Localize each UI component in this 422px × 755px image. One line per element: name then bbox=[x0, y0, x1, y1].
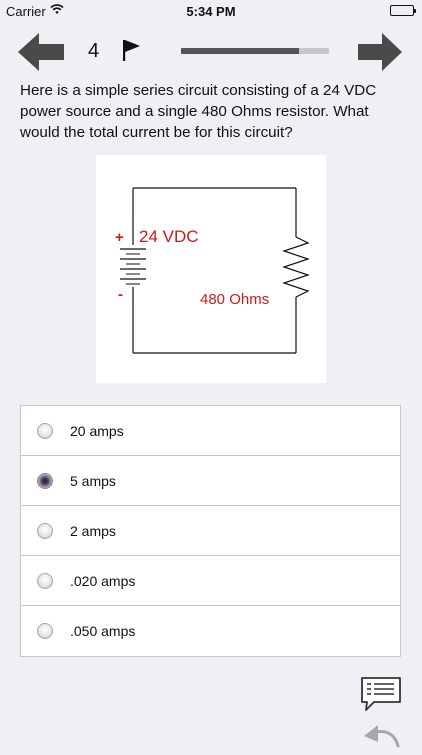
undo-icon[interactable] bbox=[362, 722, 402, 755]
radio-button[interactable] bbox=[37, 573, 53, 589]
answer-label: .050 amps bbox=[70, 623, 136, 639]
battery-plus-sign: + bbox=[115, 229, 124, 246]
answer-label: 5 amps bbox=[70, 473, 116, 489]
resistor-label: 480 Ohms bbox=[200, 291, 270, 308]
status-bar: Carrier 5:34 PM bbox=[0, 0, 422, 22]
battery-icon bbox=[390, 5, 416, 16]
radio-button[interactable] bbox=[37, 423, 53, 439]
answer-option[interactable]: .050 amps bbox=[21, 606, 400, 656]
progress-bar bbox=[181, 48, 329, 54]
question-nav: 4 bbox=[0, 30, 422, 74]
answer-option[interactable]: .020 amps bbox=[21, 556, 400, 606]
progress-fill bbox=[181, 48, 300, 54]
answer-option[interactable]: 2 amps bbox=[21, 506, 400, 556]
battery-minus-sign: - bbox=[118, 286, 123, 303]
radio-button[interactable] bbox=[37, 523, 53, 539]
answer-option[interactable]: 20 amps bbox=[21, 406, 400, 456]
left-arrow-icon[interactable] bbox=[18, 33, 64, 76]
radio-button[interactable] bbox=[37, 623, 53, 639]
question-number: 4 bbox=[88, 40, 100, 62]
comment-icon[interactable] bbox=[360, 676, 402, 717]
status-time: 5:34 PM bbox=[186, 4, 236, 19]
answer-label: .020 amps bbox=[70, 573, 136, 589]
flag-icon[interactable] bbox=[121, 39, 141, 66]
question-text: Here is a simple series circuit consisti… bbox=[20, 82, 377, 141]
radio-button[interactable] bbox=[37, 473, 53, 489]
circuit-diagram: + - 24 VDC 480 Ohms bbox=[96, 155, 326, 383]
voltage-label: 24 VDC bbox=[139, 227, 199, 246]
answer-label: 2 amps bbox=[70, 523, 116, 539]
answer-label: 20 amps bbox=[70, 423, 124, 439]
answer-list: 20 amps 5 amps 2 amps .020 amps .050 amp… bbox=[20, 405, 401, 657]
answer-option[interactable]: 5 amps bbox=[21, 456, 400, 506]
right-arrow-icon[interactable] bbox=[358, 33, 402, 76]
